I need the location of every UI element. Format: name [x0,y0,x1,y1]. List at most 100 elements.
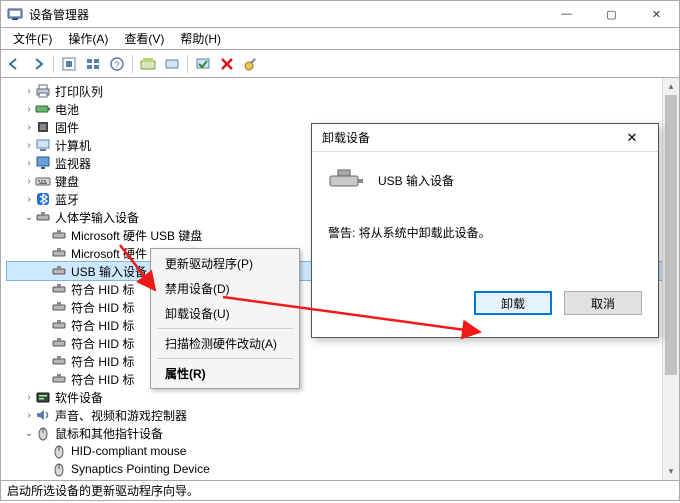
printer-icon [35,83,51,99]
chip-icon [35,119,51,135]
close-button[interactable]: ✕ [634,1,679,27]
scroll-up-icon[interactable]: ▴ [663,78,679,95]
tree-label: 符合 HID 标 [71,281,134,298]
tree-label: 人体学输入设备 [55,209,139,226]
toolbar-scan-button[interactable] [192,53,214,75]
menu-action[interactable]: 操作(A) [60,28,116,49]
vertical-scrollbar[interactable]: ▴ ▾ [662,78,679,480]
menu-view[interactable]: 查看(V) [116,28,172,49]
expand-icon: › [23,194,35,205]
tree-label: 固件 [55,119,79,136]
tree-label: USB 输入设备 [71,263,147,280]
ctx-update-driver[interactable]: 更新驱动程序(P) [153,251,297,276]
tree-label: 符合 HID 标 [71,371,134,388]
ctx-scan[interactable]: 扫描检测硬件改动(A) [153,331,297,356]
expand-icon: › [23,176,35,187]
tree-label: 计算机 [55,137,91,154]
tree-item-hid-mouse[interactable]: HID-compliant mouse [7,442,677,460]
tree-label: Synaptics Pointing Device [71,462,210,476]
toolbar-help-button[interactable]: ? [106,53,128,75]
hid-icon [51,263,67,279]
tree-label: Microsoft 硬件 USB 键盘 [71,227,202,244]
status-text: 启动所选设备的更新驱动程序向导。 [7,482,199,499]
toolbar-back-button[interactable] [3,53,25,75]
tree-item-usb-controller[interactable]: › 通用串行总线控制器 [7,478,677,481]
mouse-icon [51,461,67,477]
menu-file[interactable]: 文件(F) [5,28,60,49]
dialog-uninstall-button[interactable]: 卸载 [474,291,552,315]
ctx-separator [157,328,293,329]
toolbar: ? [0,50,680,78]
scrollbar-thumb[interactable] [665,95,677,375]
hid-icon [35,209,51,225]
menu-help[interactable]: 帮助(H) [172,28,229,49]
toolbar-show-hidden-button[interactable] [58,53,80,75]
tree-item-hid-dev[interactable]: 符合 HID 标 [7,370,677,388]
titlebar: 设备管理器 — ▢ ✕ [0,0,680,28]
tree-label: 通用串行总线控制器 [55,479,163,482]
monitor-icon [35,155,51,171]
toolbar-update-driver-button[interactable] [137,53,159,75]
dialog-warning-text: 警告: 将从系统中卸载此设备。 [328,224,642,241]
collapse-icon[interactable]: ⌄ [23,212,35,223]
window-buttons: — ▢ ✕ [544,1,679,27]
tree-label: 监视器 [55,155,91,172]
toolbar-separator [53,55,54,73]
expand-icon: › [23,158,35,169]
toolbar-disable-button[interactable] [161,53,183,75]
mouse-icon [51,443,67,459]
ctx-uninstall[interactable]: 卸载设备(U) [153,301,297,326]
toolbar-separator [187,55,188,73]
minimize-button[interactable]: — [544,1,589,27]
toolbar-forward-button[interactable] [27,53,49,75]
mouse-icon [35,425,51,441]
tree-item-synaptics[interactable]: Synaptics Pointing Device [7,460,677,478]
toolbar-uninstall-button[interactable] [216,53,238,75]
app-icon [7,6,23,22]
window-title: 设备管理器 [29,6,544,23]
svg-text:?: ? [114,60,119,70]
toolbar-view-button[interactable] [82,53,104,75]
software-dev-icon [35,389,51,405]
menubar: 文件(F) 操作(A) 查看(V) 帮助(H) [0,28,680,50]
keyboard-icon [35,173,51,189]
dialog-device-name: USB 输入设备 [378,172,454,189]
status-bar: 启动所选设备的更新驱动程序向导。 [0,481,680,501]
ctx-disable[interactable]: 禁用设备(D) [153,276,297,301]
bluetooth-icon [35,191,51,207]
battery-icon [35,101,51,117]
scroll-down-icon[interactable]: ▾ [663,463,679,480]
hid-icon [51,227,67,243]
device-large-icon [328,166,364,194]
hid-icon [51,281,67,297]
collapse-icon[interactable]: ⌄ [23,428,35,439]
tree-label: 打印队列 [55,83,103,100]
hid-icon [51,335,67,351]
tree-item-hid-dev[interactable]: 符合 HID 标 [7,352,677,370]
dialog-cancel-button[interactable]: 取消 [564,291,642,315]
tree-item-software-dev[interactable]: › 软件设备 [7,388,677,406]
hid-icon [51,299,67,315]
maximize-button[interactable]: ▢ [589,1,634,27]
uninstall-dialog: 卸载设备 ✕ USB 输入设备 警告: 将从系统中卸载此设备。 卸载 取消 [311,123,659,338]
expand-icon: › [23,122,35,133]
dialog-titlebar: 卸载设备 ✕ [312,124,658,152]
tree-label: 符合 HID 标 [71,299,134,316]
tree-label: 鼠标和其他指针设备 [55,425,163,442]
hid-icon [51,371,67,387]
expand-icon: › [23,86,35,97]
computer-icon [35,137,51,153]
tree-item-mouse[interactable]: ⌄ 鼠标和其他指针设备 [7,424,677,442]
tree-item-battery[interactable]: › 电池 [7,100,677,118]
usb-icon [35,479,51,481]
ctx-properties[interactable]: 属性(R) [153,361,297,386]
toolbar-properties-button[interactable] [240,53,262,75]
expand-icon: › [23,410,35,421]
context-menu: 更新驱动程序(P) 禁用设备(D) 卸载设备(U) 扫描检测硬件改动(A) 属性… [150,248,300,389]
dialog-close-button[interactable]: ✕ [612,130,652,146]
tree-item-print-queue[interactable]: › 打印队列 [7,82,677,100]
speaker-icon [35,407,51,423]
tree-item-sound-video[interactable]: › 声音、视频和游戏控制器 [7,406,677,424]
tree-label: 软件设备 [55,389,103,406]
hid-icon [51,317,67,333]
